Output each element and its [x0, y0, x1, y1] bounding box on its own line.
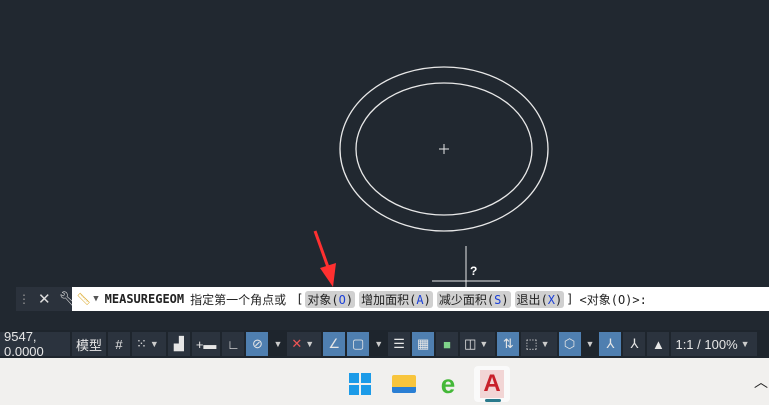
annotation-visibility-icon: ⅄	[606, 336, 615, 351]
option-add-area[interactable]: 增加面积(A)	[359, 290, 433, 308]
option-object[interactable]: 对象(O)	[305, 290, 356, 308]
browser-button[interactable]: e	[430, 366, 466, 402]
bracket-close: ]	[566, 292, 574, 306]
3d-osnap-icon: ◫	[464, 336, 477, 351]
lineweight-icon: ☰	[393, 336, 405, 351]
polar-icon: ⊘	[251, 336, 263, 351]
transparency-icon: ▦	[416, 336, 430, 351]
bracket-open: [	[296, 292, 304, 306]
auto-scale-button[interactable]: ⅄	[623, 332, 646, 356]
dynamic-ucs-button[interactable]: ⇅	[497, 332, 520, 356]
autocad-icon: A	[480, 370, 504, 398]
object-snap-icon: ▢	[352, 336, 365, 351]
folder-icon	[392, 375, 416, 393]
model-space-button[interactable]: 模型	[72, 332, 107, 356]
selection-cycling-button[interactable]: ■	[436, 332, 459, 356]
option-exit[interactable]: 退出(X)	[514, 290, 565, 308]
object-snap-button[interactable]: ▢	[347, 332, 370, 356]
selection-cycling-icon: ■	[443, 336, 452, 352]
annotation-scale-icon: ▲	[652, 336, 665, 352]
recent-commands-dropdown[interactable]: ▼	[93, 294, 98, 304]
gizmo-icon: ⬡	[563, 336, 576, 351]
lineweight-button[interactable]: ☰	[388, 332, 411, 356]
file-explorer-button[interactable]	[386, 366, 422, 402]
coordinates-readout[interactable]: 9547, 0.0000	[0, 329, 70, 359]
grid-button[interactable]: #	[108, 332, 131, 356]
3d-osnap-button[interactable]: ◫ ▼	[460, 332, 496, 356]
snap-tracking-icon: ∠	[328, 336, 341, 351]
infer-icon: ▟	[173, 336, 184, 351]
start-button[interactable]	[342, 366, 378, 402]
polar-dropdown[interactable]: ▼	[270, 339, 285, 349]
polar-button[interactable]: ⊘	[246, 332, 269, 356]
default-option: <对象(O)>:	[579, 292, 647, 307]
autocad-button[interactable]: A	[474, 366, 510, 402]
gizmo-button[interactable]: ⬡	[558, 332, 581, 356]
isodraft-button[interactable]: ✕ ▼	[287, 332, 322, 356]
windows-icon	[349, 373, 371, 395]
drawing-canvas[interactable]: ?	[0, 0, 769, 330]
command-name: MEASUREGEOM	[104, 292, 185, 306]
auto-scale-icon: ⅄	[630, 336, 639, 351]
status-bar: 9547, 0.0000 模型 # ⁙ ▼ ▟ +▬ ∟ ⊘ ▼ ✕ ▼ ∠ ▢ ▼…	[0, 329, 769, 359]
ucs-icon: ⇅	[502, 336, 514, 351]
isodraft-icon: ✕	[291, 336, 303, 351]
red-arrow-annotation	[313, 230, 336, 287]
close-icon[interactable]: ✕	[38, 290, 51, 308]
option-subtract-area[interactable]: 减少面积(S)	[436, 290, 511, 308]
dynamic-input-button[interactable]: +▬	[191, 332, 221, 356]
taskbar: e A ︿	[0, 358, 769, 405]
annotation-scale-button[interactable]: ▲	[647, 332, 670, 356]
grip-handle-icon[interactable]: ⋮	[18, 292, 30, 306]
snap-button[interactable]: ⁙ ▼	[132, 332, 166, 356]
dynamic-input-icon: +▬	[195, 336, 217, 352]
center-mark	[439, 144, 449, 154]
annotation-scale-selector[interactable]: 1:1 / 100% ▼	[671, 332, 757, 356]
gizmo-dropdown[interactable]: ▼	[583, 339, 598, 349]
transparency-button[interactable]: ▦	[412, 332, 435, 356]
measure-icon[interactable]: 📏︎	[76, 292, 91, 306]
command-line-controls: ⋮ ✕ 🔧︎	[16, 287, 78, 311]
selection-filter-button[interactable]: ⬚ ▼	[521, 332, 557, 356]
annotation-visibility-button[interactable]: ⅄	[599, 332, 622, 356]
cursor-tooltip: ?	[470, 264, 477, 278]
infer-constraints-button[interactable]: ▟	[167, 332, 190, 356]
grid-icon: #	[115, 336, 123, 352]
object-snap-dropdown[interactable]: ▼	[371, 339, 386, 349]
show-hidden-icons-chevron[interactable]: ︿	[754, 372, 768, 392]
selection-filter-icon: ⬚	[525, 336, 538, 351]
ortho-button[interactable]: ∟	[222, 332, 245, 356]
snap-icon: ⁙	[136, 336, 147, 351]
object-snap-tracking-button[interactable]: ∠	[323, 332, 346, 356]
crosshair-cursor	[432, 246, 500, 290]
ortho-icon: ∟	[227, 336, 240, 352]
browser-icon: e	[440, 368, 456, 399]
command-prompt: 指定第一个角点或	[190, 292, 287, 307]
command-line[interactable]: 📏︎ ▼ MEASUREGEOM 指定第一个角点或 [ 对象(O) 增加面积(A…	[72, 287, 769, 311]
